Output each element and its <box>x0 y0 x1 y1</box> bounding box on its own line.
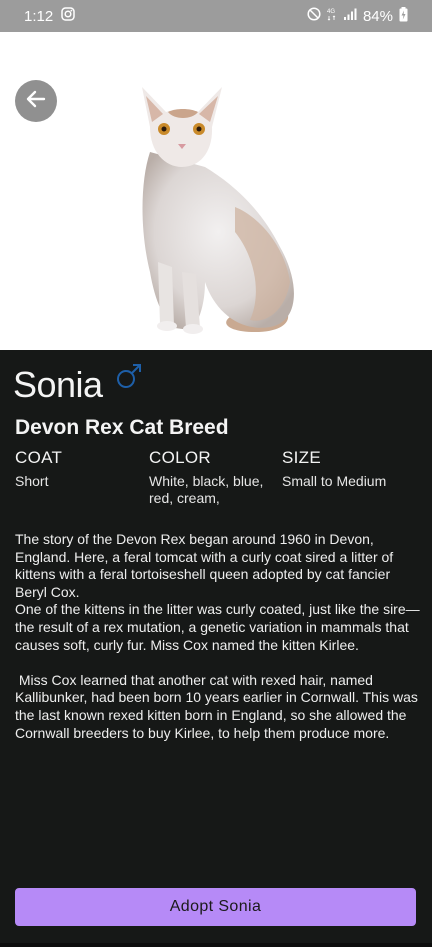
4g-icon: 4G <box>327 7 337 25</box>
battery-label: 84% <box>362 7 393 25</box>
attribute-coat: COAT Short <box>15 448 150 490</box>
pet-description: The story of the Devon Rex began around … <box>15 531 421 742</box>
male-symbol-icon <box>115 362 143 395</box>
attribute-label: SIZE <box>282 448 321 467</box>
pet-photo <box>0 32 432 350</box>
description-paragraph: One of the kittens in the litter was cur… <box>15 601 420 653</box>
status-time: 1:12 <box>24 7 54 25</box>
attribute-value: White, black, blue, red, cream, <box>149 473 264 506</box>
pet-name: Sonia <box>13 364 103 405</box>
do-not-disturb-icon <box>307 7 321 25</box>
attribute-color: COLOR White, black, blue, red, cream, <box>149 448 284 507</box>
description-paragraph: Miss Cox learned that another cat with r… <box>15 671 422 741</box>
attribute-value: Short <box>15 473 49 489</box>
arrow-left-icon <box>24 87 48 116</box>
navigation-bar <box>0 943 432 947</box>
status-bar: 1:12 4G 84% <box>0 0 432 32</box>
signal-icon <box>343 7 357 25</box>
pet-details: Sonia Devon Rex Cat Breed COAT Short COL… <box>0 350 432 947</box>
battery-charging-icon <box>399 6 408 26</box>
description-paragraph: The story of the Devon Rex began around … <box>15 531 398 600</box>
name-row: Sonia <box>13 364 143 406</box>
svg-text:4G: 4G <box>327 9 335 15</box>
instagram-icon <box>61 7 75 25</box>
breed-title: Devon Rex Cat Breed <box>15 416 229 439</box>
attribute-value: Small to Medium <box>282 473 387 489</box>
cat-photo-illustration <box>142 87 294 334</box>
adopt-button[interactable]: Adopt Sonia <box>15 888 416 926</box>
attribute-label: COAT <box>15 448 63 467</box>
attribute-size: SIZE Small to Medium <box>282 448 417 490</box>
description-paragraph <box>15 654 421 672</box>
attribute-label: COLOR <box>149 448 211 467</box>
back-button[interactable] <box>15 80 57 122</box>
